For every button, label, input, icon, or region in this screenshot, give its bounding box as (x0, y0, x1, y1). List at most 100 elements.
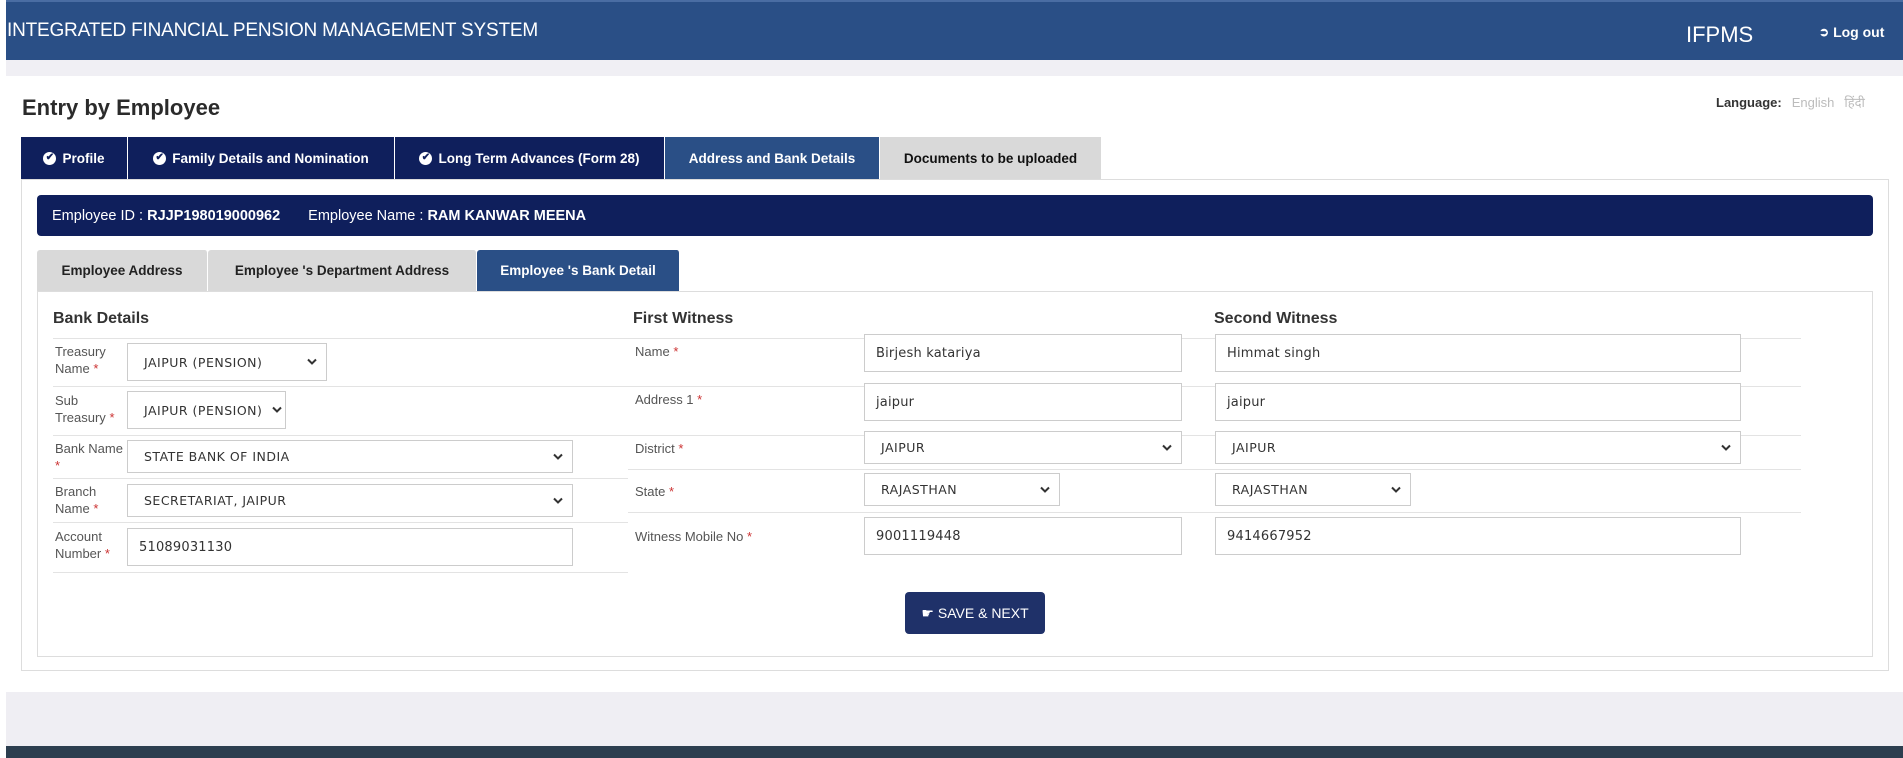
first-witness-address-input[interactable]: jaipur (864, 383, 1182, 421)
employee-name-value: RAM KANWAR MEENA (427, 207, 587, 224)
account-number-input[interactable]: 51089031130 (127, 528, 573, 566)
second-witness-name-input[interactable]: Himmat singh (1215, 334, 1741, 372)
treasury-name-label: Treasury Name * (55, 344, 106, 376)
first-witness-mobile-value: 9001119448 (876, 528, 961, 544)
tab-content-panel: Employee ID : RJJP198019000962 Employee … (21, 179, 1889, 671)
check-circle-icon: ✔ (43, 151, 57, 165)
subtab-employee-address[interactable]: Employee Address (37, 250, 208, 291)
page: INTEGRATED FINANCIAL PENSION MANAGEMENT … (0, 0, 1903, 758)
employee-name: Employee Name : RAM KANWAR MEENA (308, 208, 586, 224)
first-witness-name-input[interactable]: Birjesh katariya (864, 334, 1182, 372)
tab-label: Profile (62, 150, 105, 166)
bank-name-label: Bank Name * (55, 441, 123, 473)
witness-mobile-label: Witness Mobile No * (635, 529, 753, 544)
sub-tabs: Employee Address Employee 's Department … (37, 250, 680, 291)
employee-info-bar: Employee ID : RJJP198019000962 Employee … (37, 195, 1873, 236)
sub-treasury-select[interactable]: JAIPUR (PENSION) (127, 391, 286, 429)
bank-name-select[interactable]: STATE BANK OF INDIA (127, 440, 573, 473)
sub-treasury-label: Sub Treasury * (55, 393, 115, 425)
save-next-label: SAVE & NEXT (937, 605, 1029, 621)
first-witness-state-value: RAJASTHAN (881, 482, 958, 497)
second-witness-district-select[interactable]: JAIPUR (1215, 431, 1741, 464)
branch-name-value: SECRETARIAT, JAIPUR (144, 493, 287, 508)
account-number-value: 51089031130 (139, 539, 233, 555)
witness-address-label: Address 1 * (635, 392, 703, 407)
witness-state-label: State * (635, 484, 675, 499)
second-witness-state-value: RAJASTHAN (1232, 482, 1309, 497)
bank-detail-panel: Bank Details Treasury Name * JAIPUR (PENS… (37, 291, 1873, 657)
second-witness-name-value: Himmat singh (1227, 345, 1321, 361)
header-strip (6, 60, 1903, 76)
sub-treasury-value: JAIPUR (PENSION) (144, 402, 263, 418)
divider (53, 435, 628, 436)
bank-name-value: STATE BANK OF INDIA (144, 449, 290, 464)
divider (53, 386, 628, 387)
divider (53, 338, 628, 339)
subtab-bank-detail[interactable]: Employee 's Bank Detail (477, 250, 680, 291)
language-label: Language: (1716, 95, 1782, 110)
chevron-down-icon (553, 497, 563, 504)
second-witness-address-input[interactable]: jaipur (1215, 383, 1741, 421)
tab-label: Long Term Advances (Form 28) (438, 150, 640, 166)
chevron-down-icon (307, 358, 317, 366)
first-witness-district-select[interactable]: JAIPUR (864, 431, 1182, 464)
hand-point-right-icon: ☛ (921, 604, 934, 621)
subtab-department-address[interactable]: Employee 's Department Address (208, 250, 477, 291)
tab-label: Family Details and Nomination (172, 150, 369, 166)
footer (6, 746, 1903, 758)
employee-id: Employee ID : RJJP198019000962 (52, 208, 280, 224)
footer-band (6, 692, 1903, 746)
second-witness-state-select[interactable]: RAJASTHAN (1215, 473, 1411, 506)
tab-label: Documents to be uploaded (903, 150, 1078, 166)
second-witness-address-value: jaipur (1227, 394, 1266, 410)
first-witness-title: First Witness (633, 310, 734, 327)
chevron-down-icon (1162, 444, 1172, 451)
first-witness-state-select[interactable]: RAJASTHAN (864, 473, 1060, 506)
divider (628, 469, 1801, 470)
tab-long-term-advances[interactable]: ✔ Long Term Advances (Form 28) (395, 137, 665, 179)
logout-button[interactable]: ➲ Log out (1819, 24, 1884, 40)
divider (628, 512, 1801, 513)
app-abbreviation: IFPMS (1686, 22, 1754, 47)
tab-profile[interactable]: ✔ Profile (21, 137, 128, 179)
bank-details-title: Bank Details (53, 310, 150, 327)
first-witness-district-value: JAIPUR (881, 440, 926, 455)
save-next-button[interactable]: ☛ SAVE & NEXT (905, 592, 1045, 634)
witness-district-label: District * (635, 441, 684, 456)
language-option-english[interactable]: English (1792, 95, 1835, 110)
second-witness-mobile-value: 9414667952 (1227, 528, 1312, 544)
branch-name-label: Branch Name * (55, 484, 99, 516)
chevron-down-icon (1391, 486, 1401, 493)
check-circle-icon: ✔ (419, 151, 433, 165)
tab-address-bank-details[interactable]: Address and Bank Details (665, 137, 880, 179)
second-witness-mobile-input[interactable]: 9414667952 (1215, 517, 1741, 555)
employee-id-value: RJJP198019000962 (147, 207, 281, 224)
divider (53, 522, 628, 523)
account-number-label: Account Number * (55, 529, 110, 561)
language-option-hindi[interactable]: हिंदी (1844, 93, 1865, 111)
chevron-down-icon (553, 453, 563, 460)
tab-family-details[interactable]: ✔ Family Details and Nomination (128, 137, 395, 179)
tab-documents[interactable]: Documents to be uploaded (880, 137, 1102, 179)
branch-name-select[interactable]: SECRETARIAT, JAIPUR (127, 484, 573, 517)
second-witness-title: Second Witness (1214, 310, 1338, 327)
treasury-name-select[interactable]: JAIPUR (PENSION) (127, 343, 327, 381)
divider (53, 572, 628, 573)
sign-out-icon: ➲ (1819, 25, 1830, 39)
employee-id-label: Employee ID : (52, 207, 144, 224)
first-witness-mobile-input[interactable]: 9001119448 (864, 517, 1182, 555)
chevron-down-icon (272, 406, 282, 414)
chevron-down-icon (1040, 486, 1050, 493)
first-witness-name-value: Birjesh katariya (876, 345, 981, 361)
employee-name-label: Employee Name : (308, 207, 424, 224)
main-tabs: ✔ Profile ✔ Family Details and Nominatio… (21, 137, 1102, 179)
chevron-down-icon (1721, 444, 1731, 451)
top-header: INTEGRATED FINANCIAL PENSION MANAGEMENT … (6, 0, 1903, 60)
language-switcher: Language: English हिंदी (1716, 93, 1865, 111)
app-title: INTEGRATED FINANCIAL PENSION MANAGEMENT … (7, 20, 538, 41)
check-circle-icon: ✔ (153, 151, 167, 165)
first-witness-address-value: jaipur (876, 394, 915, 410)
witness-name-label: Name * (635, 344, 679, 359)
tab-label: Address and Bank Details (688, 150, 856, 166)
page-title: Entry by Employee (22, 95, 221, 120)
